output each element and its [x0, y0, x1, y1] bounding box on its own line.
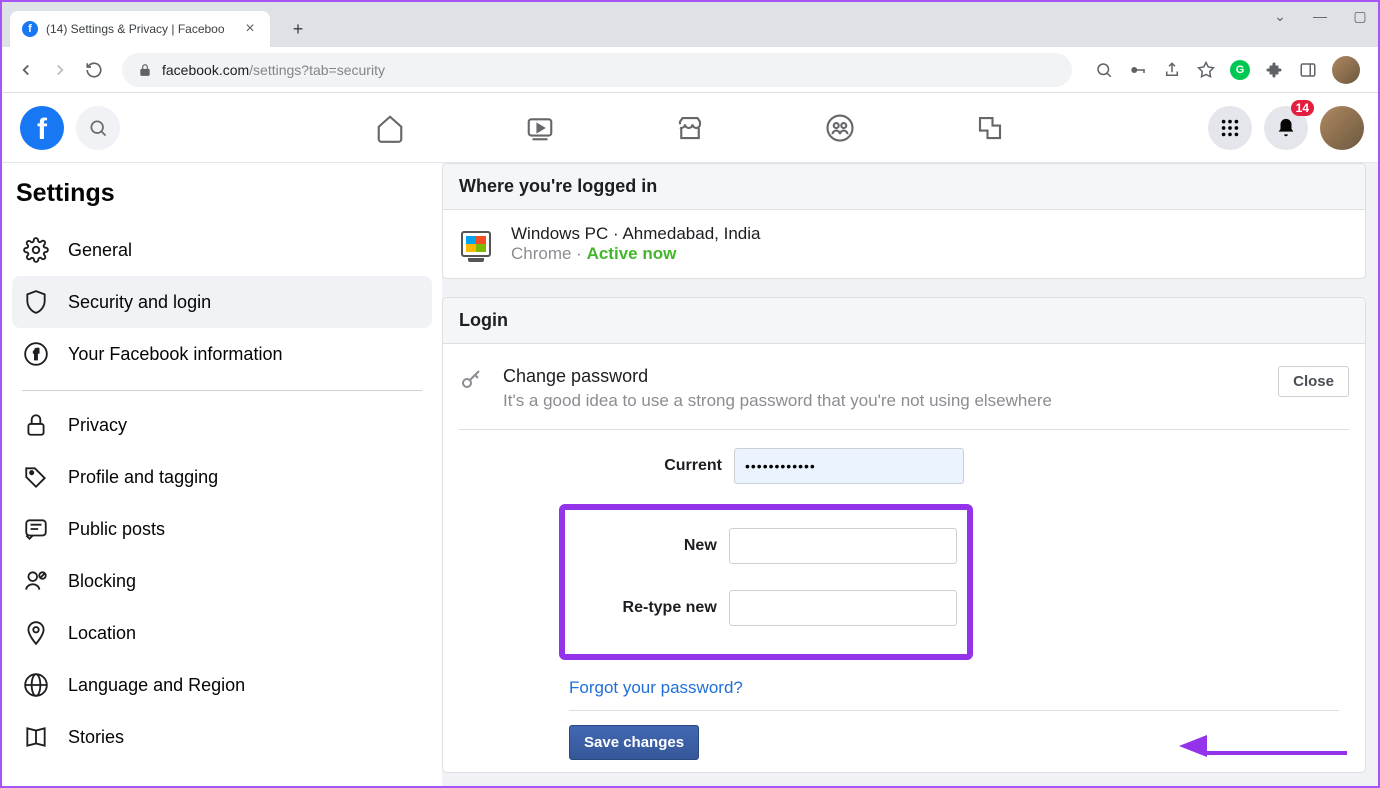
highlight-annotation: New Re-type new: [559, 504, 973, 660]
globe-icon: [22, 671, 50, 699]
sidebar-item-label: Security and login: [68, 292, 211, 313]
facebook-logo[interactable]: [20, 106, 64, 150]
svg-text:f: f: [33, 346, 39, 363]
sidebar-item-privacy[interactable]: Privacy: [12, 399, 432, 451]
tab-title: (14) Settings & Privacy | Faceboo: [46, 22, 234, 36]
settings-sidebar: Settings General Security and login f Your …: [2, 163, 442, 786]
gaming-icon[interactable]: [975, 113, 1005, 143]
sidebar-item-general[interactable]: General: [12, 224, 432, 276]
window-controls: ⌄ — ▢: [1270, 8, 1370, 25]
sidebar-item-language-and-region[interactable]: Language and Region: [12, 659, 432, 711]
fb-search-button[interactable]: [76, 106, 120, 150]
logged-in-card: Where you're logged in Windows PC · Ahme…: [442, 163, 1366, 279]
sidebar-item-label: Location: [68, 623, 136, 644]
sidebar-item-label: Language and Region: [68, 675, 245, 696]
url-path: /settings?tab=security: [249, 62, 385, 78]
notification-badge: 14: [1291, 100, 1314, 116]
location-icon: [22, 619, 50, 647]
new-password-label: New: [575, 537, 729, 555]
login-card: Login Change password It's a good idea t…: [442, 297, 1366, 773]
tag-icon: [22, 463, 50, 491]
sidebar-item-label: Stories: [68, 727, 124, 748]
back-icon[interactable]: [12, 56, 40, 84]
session-row[interactable]: Windows PC · Ahmedabad, India Chrome · A…: [443, 210, 1365, 278]
url-domain: facebook.com: [162, 62, 249, 78]
block-icon: [22, 567, 50, 595]
fb-nav: [375, 113, 1005, 143]
sidebar-item-label: Your Facebook information: [68, 344, 282, 365]
key-icon[interactable]: [1128, 60, 1148, 80]
sidebar-item-label: Blocking: [68, 571, 136, 592]
sidebar-divider: [22, 390, 422, 391]
lock-icon: [138, 63, 152, 77]
facebook-header: 14: [2, 93, 1378, 163]
key-icon: [459, 368, 483, 392]
sidebar-item-label: Privacy: [68, 415, 127, 436]
main-content: Where you're logged in Windows PC · Ahme…: [442, 163, 1378, 786]
posts-icon: [22, 515, 50, 543]
sidebar-item-profile-and-tagging[interactable]: Profile and tagging: [12, 451, 432, 503]
sidebar-item-stories[interactable]: Stories: [12, 711, 432, 763]
extensions-icon[interactable]: [1264, 60, 1284, 80]
active-now-label: Active now: [587, 244, 677, 263]
groups-icon[interactable]: [825, 113, 855, 143]
home-icon[interactable]: [375, 113, 405, 143]
sidebar-item-label: Profile and tagging: [68, 467, 218, 488]
close-button[interactable]: Close: [1278, 366, 1349, 397]
gear-icon: [22, 236, 50, 264]
browser-tab-bar: (14) Settings & Privacy | Faceboo × + ⌄ …: [2, 2, 1378, 47]
session-subtitle: Chrome · Active now: [511, 244, 760, 264]
forgot-password-link[interactable]: Forgot your password?: [569, 678, 743, 697]
profile-avatar[interactable]: [1332, 56, 1360, 84]
logged-in-header: Where you're logged in: [443, 164, 1365, 210]
retype-password-input[interactable]: [729, 590, 957, 626]
chevron-down-icon[interactable]: ⌄: [1270, 8, 1290, 25]
account-avatar[interactable]: [1320, 106, 1364, 150]
book-icon: [22, 723, 50, 751]
close-tab-icon[interactable]: ×: [242, 21, 258, 37]
change-password-desc: It's a good idea to use a strong passwor…: [503, 391, 1258, 411]
bookmark-star-icon[interactable]: [1196, 60, 1216, 80]
watch-icon[interactable]: [525, 113, 555, 143]
search-icon[interactable]: [1094, 60, 1114, 80]
reload-icon[interactable]: [80, 56, 108, 84]
arrow-annotation: [1179, 735, 1347, 762]
lock-icon: [22, 411, 50, 439]
session-title: Windows PC · Ahmedabad, India: [511, 224, 760, 244]
sidebar-item-public-posts[interactable]: Public posts: [12, 503, 432, 555]
notifications-button[interactable]: 14: [1264, 106, 1308, 150]
facebook-favicon: [22, 21, 38, 37]
shield-icon: [22, 288, 50, 316]
windows-pc-icon: [461, 231, 491, 257]
sidebar-item-label: General: [68, 240, 132, 261]
retype-password-label: Re-type new: [575, 599, 729, 617]
menu-grid-button[interactable]: [1208, 106, 1252, 150]
forward-icon[interactable]: [46, 56, 74, 84]
save-changes-button[interactable]: Save changes: [569, 725, 699, 760]
grammarly-icon[interactable]: G: [1230, 60, 1250, 80]
share-icon[interactable]: [1162, 60, 1182, 80]
sidebar-item-security-and-login[interactable]: Security and login: [12, 276, 432, 328]
new-password-input[interactable]: [729, 528, 957, 564]
side-panel-icon[interactable]: [1298, 60, 1318, 80]
new-tab-button[interactable]: +: [282, 13, 314, 45]
current-password-input[interactable]: [734, 448, 964, 484]
minimize-icon[interactable]: —: [1310, 8, 1330, 25]
sidebar-item-your-facebook-information[interactable]: f Your Facebook information: [12, 328, 432, 380]
password-form: Current New Re-type new: [459, 430, 1349, 760]
sidebar-heading: Settings: [12, 179, 432, 208]
marketplace-icon[interactable]: [675, 113, 705, 143]
sidebar-item-blocking[interactable]: Blocking: [12, 555, 432, 607]
address-bar[interactable]: facebook.com/settings?tab=security: [122, 53, 1072, 87]
login-header: Login: [443, 298, 1365, 344]
sidebar-item-label: Public posts: [68, 519, 165, 540]
browser-toolbar: facebook.com/settings?tab=security G: [2, 47, 1378, 93]
browser-tab[interactable]: (14) Settings & Privacy | Faceboo ×: [10, 11, 270, 47]
maximize-icon[interactable]: ▢: [1350, 8, 1370, 25]
sidebar-item-location[interactable]: Location: [12, 607, 432, 659]
fbcircle-icon: f: [22, 340, 50, 368]
current-password-label: Current: [569, 457, 734, 475]
change-password-title: Change password: [503, 366, 1258, 387]
